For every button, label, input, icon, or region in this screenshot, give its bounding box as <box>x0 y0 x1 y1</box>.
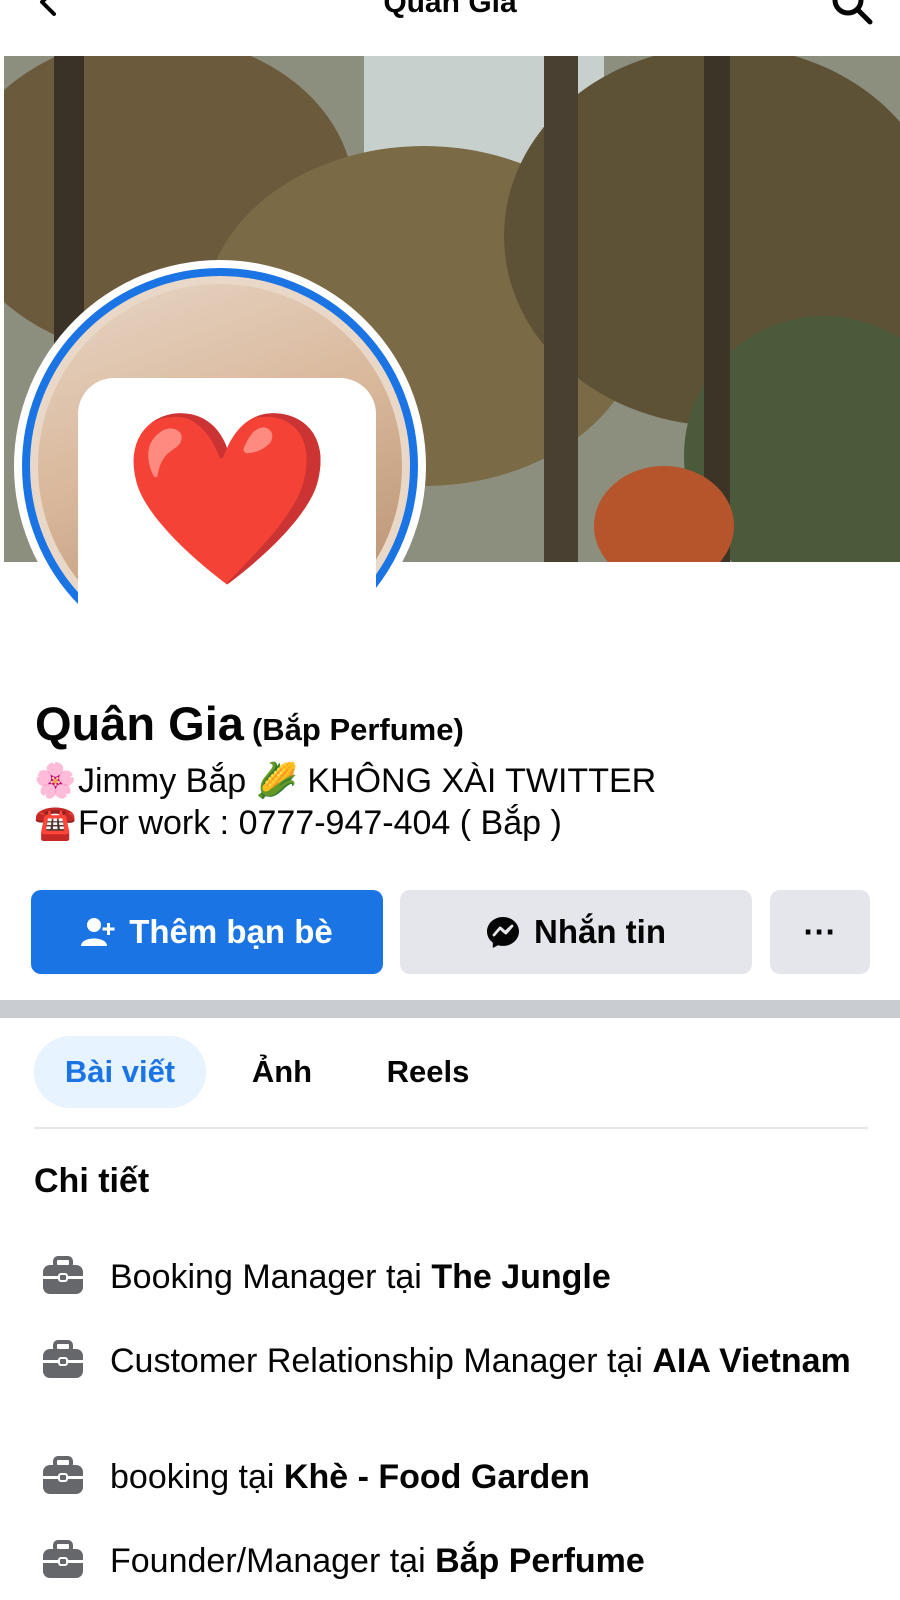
more-icon: ··· <box>803 913 837 950</box>
detail-role: Booking Manager tại <box>110 1258 432 1296</box>
messenger-icon <box>487 917 519 948</box>
detail-org[interactable]: Bắp Perfume <box>435 1542 645 1580</box>
detail-text: Customer Relationship Manager tại AIA Vi… <box>110 1340 870 1382</box>
tab-underline <box>34 1127 868 1129</box>
detail-role: Customer Relationship Manager tại <box>110 1342 653 1380</box>
message-button[interactable]: Nhắn tin <box>400 890 752 974</box>
more-options-button[interactable]: ··· <box>770 890 870 974</box>
top-bar: Quân Gia <box>0 0 900 56</box>
profile-alt-name: (Bắp Perfume) <box>251 712 464 747</box>
bio-line: 🌸Jimmy Bắp 🌽 KHÔNG XÀI TWITTER <box>34 760 656 802</box>
tab-reels[interactable]: Reels <box>370 1036 486 1108</box>
message-label: Nhắn tin <box>534 913 666 950</box>
flower-icon: 🌸 <box>34 762 77 800</box>
telephone-icon: ☎️ <box>34 804 77 842</box>
detail-role: booking tại <box>110 1458 284 1496</box>
profile-name: Quân Gia <box>35 697 244 750</box>
search-icon[interactable] <box>830 0 874 26</box>
add-friend-icon <box>81 918 115 946</box>
add-friend-label: Thêm bạn bè <box>129 913 333 950</box>
detail-org[interactable]: Khè - Food Garden <box>284 1458 590 1496</box>
detail-text: Founder/Manager tại Bắp Perfume <box>110 1540 870 1582</box>
briefcase-icon <box>43 1540 83 1578</box>
tab-posts[interactable]: Bài viết <box>34 1036 206 1108</box>
profile-name-row: Quân Gia (Bắp Perfume) <box>35 696 464 751</box>
avatar-heart-card: ❤️ <box>78 378 376 668</box>
profile-bio: 🌸Jimmy Bắp 🌽 KHÔNG XÀI TWITTER ☎️For wor… <box>34 760 656 844</box>
detail-text: booking tại Khè - Food Garden <box>110 1456 870 1498</box>
details-title: Chi tiết <box>34 1162 150 1200</box>
detail-org[interactable]: The Jungle <box>431 1258 610 1296</box>
bio-text: Jimmy Bắp 🌽 KHÔNG XÀI TWITTER <box>78 762 657 800</box>
briefcase-icon <box>43 1340 83 1378</box>
tab-photos[interactable]: Ảnh <box>230 1036 334 1108</box>
briefcase-icon <box>43 1256 83 1294</box>
page-title: Quân Gia <box>383 0 517 19</box>
section-divider <box>0 1000 900 1018</box>
detail-text: Booking Manager tại The Jungle <box>110 1256 870 1298</box>
heart-icon: ❤️ <box>121 404 333 594</box>
bio-line: ☎️For work : 0777-947-404 ( Bắp ) <box>34 802 656 844</box>
briefcase-icon <box>43 1456 83 1494</box>
add-friend-button[interactable]: Thêm bạn bè <box>31 890 383 974</box>
detail-role: Founder/Manager tại <box>110 1542 436 1580</box>
detail-org[interactable]: AIA Vietnam <box>652 1342 850 1380</box>
bio-text: For work : 0777-947-404 ( Bắp ) <box>78 804 562 842</box>
